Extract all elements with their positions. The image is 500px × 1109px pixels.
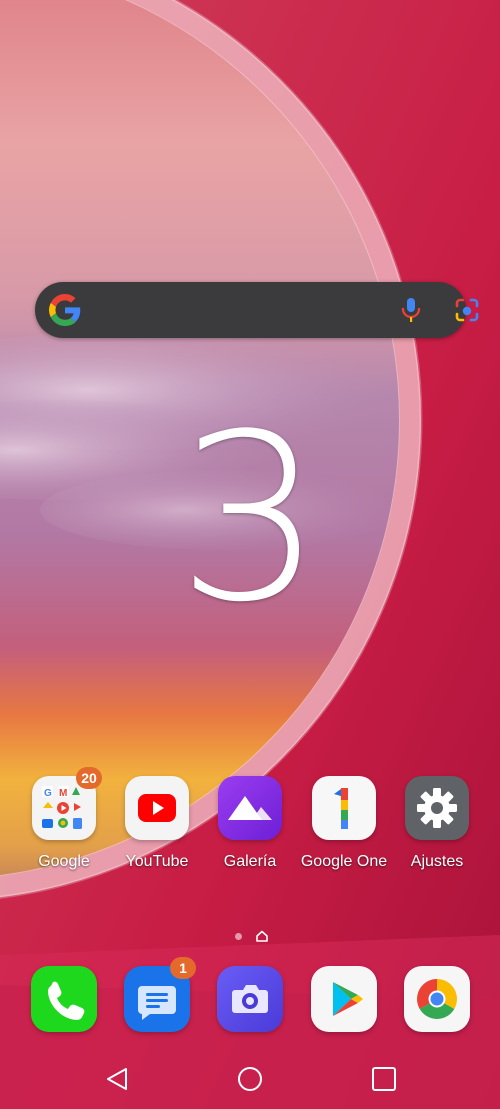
settings-gear-icon bbox=[405, 776, 469, 840]
chrome-icon bbox=[404, 966, 470, 1032]
notification-badge: 20 bbox=[76, 767, 102, 789]
notification-badge: 1 bbox=[170, 957, 196, 979]
google-folder-icon: G M 20 bbox=[32, 767, 102, 840]
dock-chrome[interactable] bbox=[390, 966, 484, 1032]
google-g-icon bbox=[49, 294, 81, 326]
page-indicator bbox=[0, 930, 500, 944]
app-label: Google bbox=[38, 853, 90, 870]
app-youtube[interactable]: YouTube bbox=[110, 776, 204, 871]
app-google-one[interactable]: Google One bbox=[297, 776, 391, 871]
clock-widget[interactable]: 3 bbox=[150, 405, 350, 635]
home-page-indicator-icon[interactable] bbox=[256, 930, 268, 942]
app-label: Google One bbox=[300, 853, 388, 870]
app-label: Ajustes bbox=[410, 853, 464, 870]
play-store-icon bbox=[311, 966, 377, 1032]
recents-icon[interactable] bbox=[369, 1064, 399, 1094]
navigation-bar bbox=[0, 1050, 500, 1109]
microphone-icon[interactable] bbox=[399, 296, 423, 324]
dock-camera[interactable] bbox=[203, 966, 297, 1032]
app-settings[interactable]: Ajustes bbox=[390, 776, 484, 871]
svg-text:M: M bbox=[59, 788, 67, 799]
app-gallery[interactable]: Galería bbox=[203, 776, 297, 871]
phone-icon bbox=[31, 966, 97, 1032]
dock-messages[interactable]: 1 bbox=[110, 957, 204, 1032]
dock-phone[interactable] bbox=[17, 966, 111, 1032]
app-google-folder[interactable]: G M 20 Google bbox=[17, 767, 111, 871]
youtube-icon bbox=[125, 776, 189, 840]
messages-icon: 1 bbox=[124, 957, 196, 1032]
google-lens-icon[interactable] bbox=[453, 296, 481, 324]
gallery-icon bbox=[218, 776, 282, 840]
home-icon[interactable] bbox=[235, 1064, 265, 1094]
back-icon[interactable] bbox=[102, 1064, 132, 1094]
svg-text:G: G bbox=[44, 788, 52, 799]
google-one-icon bbox=[312, 776, 376, 840]
google-search-bar[interactable] bbox=[35, 282, 479, 338]
app-label: Galería bbox=[223, 853, 277, 870]
page-dot[interactable] bbox=[235, 933, 242, 940]
app-label: YouTube bbox=[125, 853, 189, 870]
dock-play-store[interactable] bbox=[297, 966, 391, 1032]
camera-icon bbox=[217, 966, 283, 1032]
